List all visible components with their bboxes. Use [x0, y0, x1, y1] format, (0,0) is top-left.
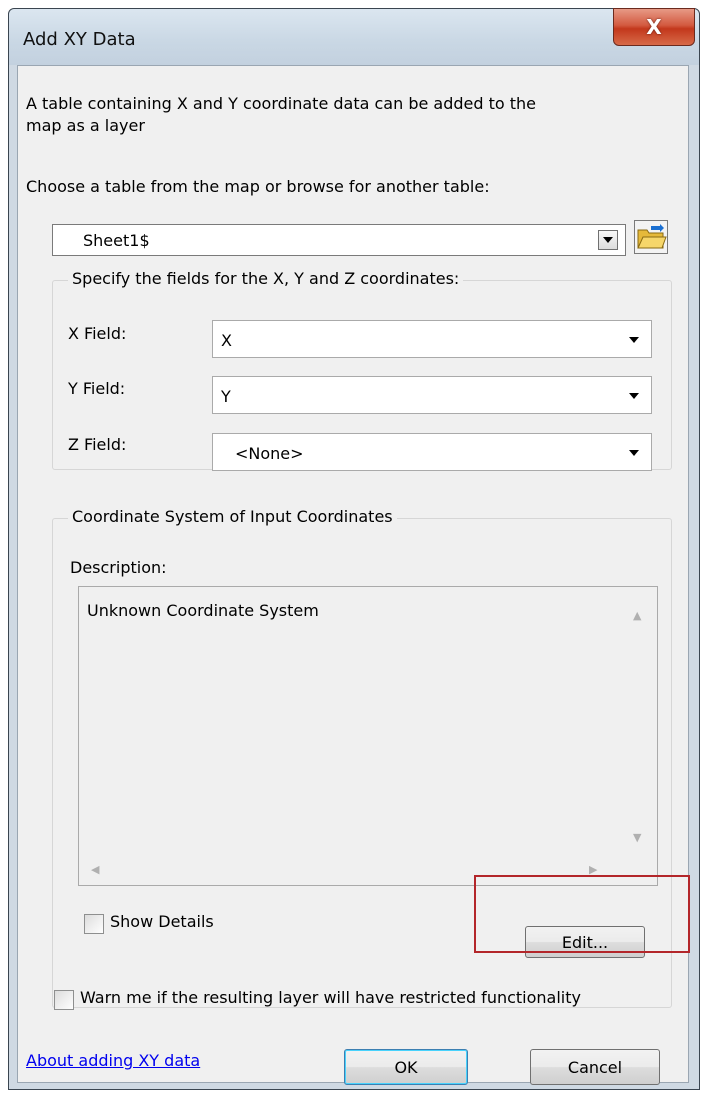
close-icon: X	[646, 15, 662, 39]
chevron-down-icon	[629, 450, 639, 456]
about-xy-data-link[interactable]: About adding XY data	[26, 1051, 200, 1070]
coordinate-system-title: Coordinate System of Input Coordinates	[68, 507, 397, 526]
highlight-box	[474, 875, 690, 953]
warn-label: Warn me if the resulting layer will have…	[80, 988, 581, 1007]
fields-group-title: Specify the fields for the X, Y and Z co…	[68, 269, 464, 288]
intro-line-2: map as a layer	[26, 116, 145, 135]
show-details-checkbox[interactable]	[84, 914, 104, 934]
x-field-label: X Field:	[68, 324, 127, 343]
dialog-title: Add XY Data	[23, 29, 136, 50]
z-field-label: Z Field:	[68, 435, 127, 454]
ok-button-label: OK	[394, 1057, 418, 1077]
title-bar[interactable]: Add XY Data X	[9, 8, 699, 65]
intro-line-1: A table containing X and Y coordinate da…	[26, 94, 537, 113]
y-field-value: Y	[221, 387, 231, 406]
dropdown-arrow-icon[interactable]	[598, 230, 618, 250]
table-prompt: Choose a table from the map or browse fo…	[26, 177, 490, 196]
open-folder-icon	[637, 224, 667, 249]
warn-checkbox[interactable]	[54, 990, 74, 1010]
table-select-value: Sheet1$	[83, 231, 150, 250]
add-xy-data-dialog: Add XY Data X A table containing X and Y…	[8, 8, 700, 1090]
chevron-down-icon	[629, 337, 639, 343]
table-select[interactable]: Sheet1$	[52, 224, 626, 256]
scroll-up-icon[interactable]: ▲	[633, 609, 641, 622]
y-field-select[interactable]: Y	[212, 376, 652, 414]
x-field-select[interactable]: X	[212, 320, 652, 358]
scroll-down-icon[interactable]: ▼	[633, 831, 641, 844]
chevron-down-icon	[629, 393, 639, 399]
z-field-value: <None>	[235, 444, 304, 463]
dialog-body: A table containing X and Y coordinate da…	[17, 65, 690, 1085]
ok-button[interactable]: OK	[344, 1049, 468, 1085]
close-button[interactable]: X	[613, 8, 695, 46]
z-field-select[interactable]: <None>	[212, 433, 652, 471]
description-label: Description:	[70, 558, 167, 577]
description-text: Unknown Coordinate System	[87, 601, 319, 620]
cancel-button[interactable]: Cancel	[530, 1049, 660, 1085]
show-details-label: Show Details	[110, 912, 214, 931]
y-field-label: Y Field:	[68, 379, 126, 398]
cancel-button-label: Cancel	[567, 1057, 623, 1077]
x-field-value: X	[221, 331, 232, 350]
browse-table-button[interactable]	[634, 220, 668, 254]
description-box[interactable]: Unknown Coordinate System ▲ ▼ ◀ ▶	[78, 586, 658, 886]
scroll-left-icon[interactable]: ◀	[91, 863, 99, 876]
